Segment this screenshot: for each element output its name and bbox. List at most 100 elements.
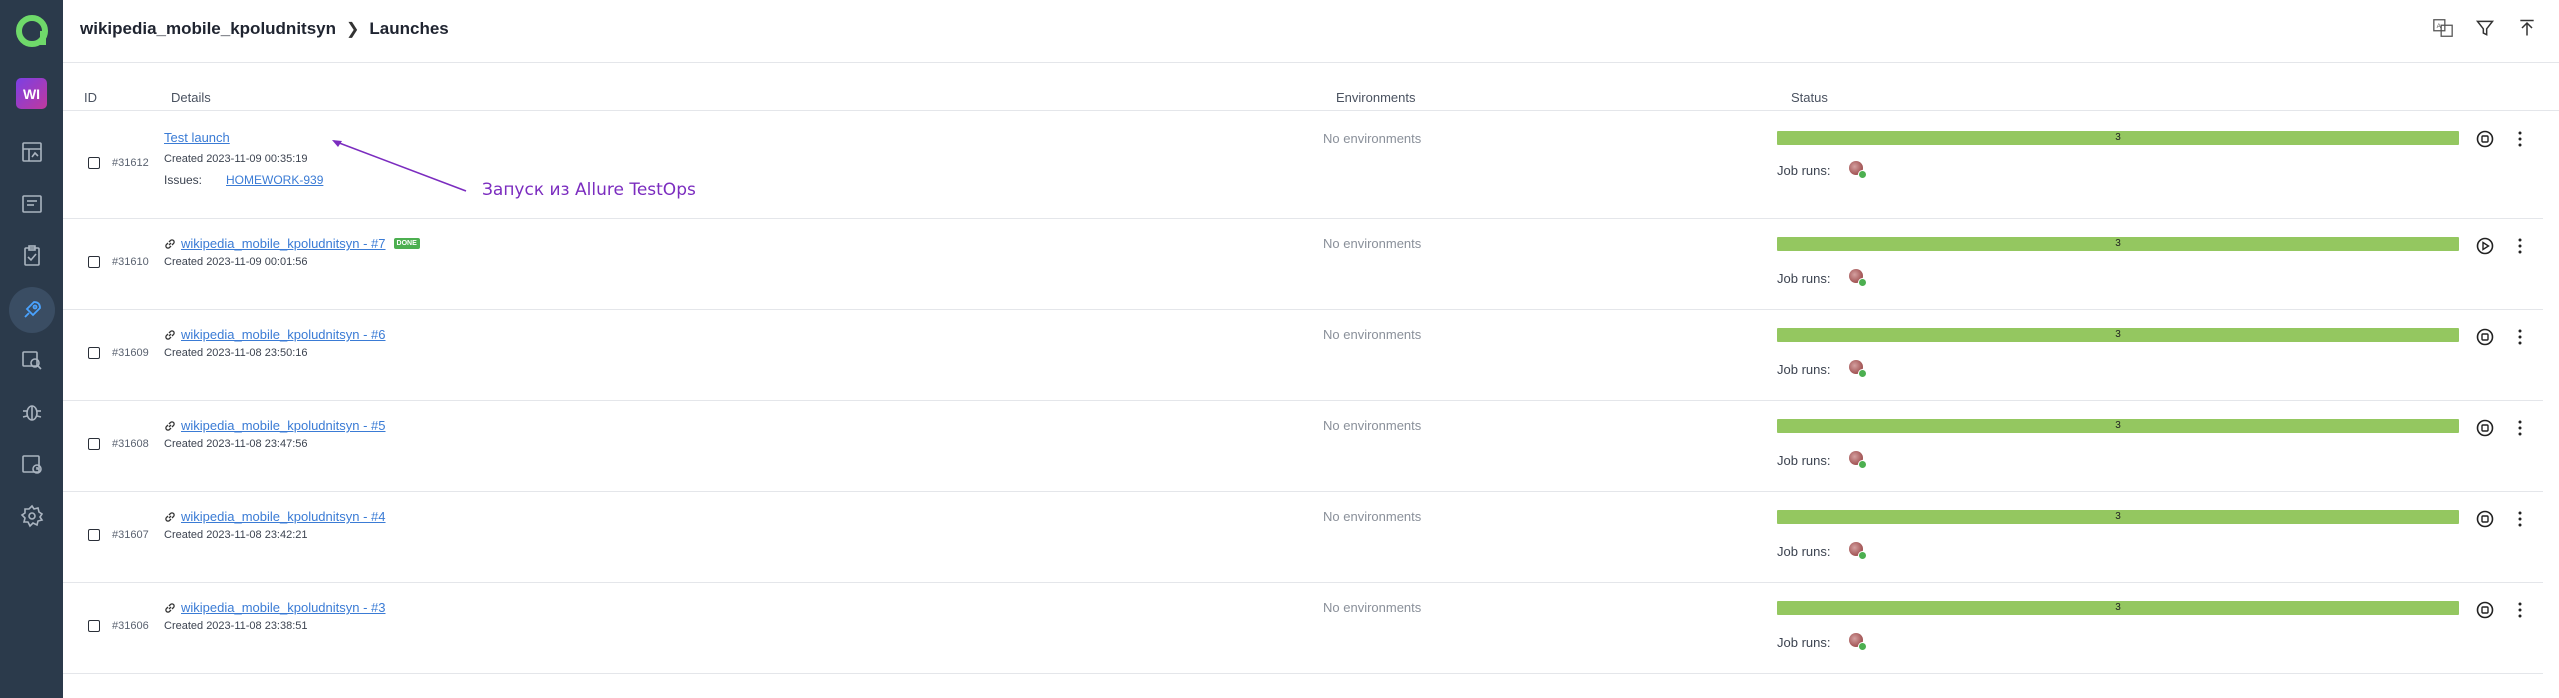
- test-cases-icon[interactable]: [19, 191, 45, 217]
- environments-value: No environments: [1323, 600, 1422, 615]
- test-plans-icon[interactable]: [19, 243, 45, 269]
- job-runs-label: Job runs:: [1777, 635, 1831, 650]
- breadcrumb: wikipedia_mobile_kpoludnitsyn ❯ Launches: [80, 19, 449, 39]
- created-date: Created 2023-11-09 00:35:19: [164, 153, 308, 165]
- job-runs-label: Job runs:: [1777, 453, 1831, 468]
- issues-line: Issues: HOMEWORK-939: [164, 173, 323, 187]
- more-options-icon[interactable]: [2517, 328, 2523, 346]
- annotation-arrow: [332, 140, 467, 192]
- top-header: wikipedia_mobile_kpoludnitsyn ❯ Launches…: [63, 0, 2559, 63]
- column-id: ID: [84, 90, 97, 105]
- launch-title-link[interactable]: wikipedia_mobile_kpoludnitsyn - #7: [181, 236, 386, 251]
- launch-id: #31608: [112, 438, 149, 450]
- dashboard-icon[interactable]: [19, 139, 45, 165]
- created-date: Created 2023-11-09 00:01:56: [164, 256, 308, 268]
- breadcrumb-project[interactable]: wikipedia_mobile_kpoludnitsyn: [80, 19, 336, 39]
- job-run-avatar[interactable]: [1849, 161, 1867, 179]
- stop-icon[interactable]: [2476, 130, 2494, 148]
- more-options-icon[interactable]: [2517, 510, 2523, 528]
- launch-title-link[interactable]: Test launch: [164, 130, 230, 145]
- stop-icon[interactable]: [2476, 419, 2494, 437]
- row-checkbox[interactable]: [88, 157, 100, 169]
- annotation-text: Запуск из Allure TestOps: [482, 180, 696, 200]
- analytics-icon[interactable]: [19, 347, 45, 373]
- created-date: Created 2023-11-08 23:38:51: [164, 620, 308, 632]
- svg-text:A: A: [2437, 23, 2442, 30]
- environments-value: No environments: [1323, 418, 1422, 433]
- status-badge: DONE: [393, 238, 420, 249]
- status-bar[interactable]: 3: [1777, 237, 2459, 251]
- status-bar[interactable]: 3: [1777, 601, 2459, 615]
- breadcrumb-page: Launches: [369, 19, 449, 38]
- status-bar[interactable]: 3: [1777, 131, 2459, 145]
- launch-title-line: wikipedia_mobile_kpoludnitsyn - #6: [163, 327, 386, 342]
- table-row[interactable]: #31609 wikipedia_mobile_kpoludnitsyn - #…: [63, 309, 2543, 401]
- launch-title-link[interactable]: wikipedia_mobile_kpoludnitsyn - #3: [181, 600, 386, 615]
- more-options-icon[interactable]: [2517, 601, 2523, 619]
- job-runs-label: Job runs:: [1777, 271, 1831, 286]
- created-date: Created 2023-11-08 23:42:21: [164, 529, 308, 541]
- status-bar[interactable]: 3: [1777, 510, 2459, 524]
- job-run-avatar[interactable]: [1849, 451, 1867, 469]
- allure-logo-icon[interactable]: [15, 14, 49, 48]
- link-icon: [165, 238, 175, 249]
- launch-title-line: wikipedia_mobile_kpoludnitsyn - #5: [163, 418, 386, 433]
- link-icon: [165, 420, 175, 431]
- job-runs-label: Job runs:: [1777, 163, 1831, 178]
- status-bar[interactable]: 3: [1777, 328, 2459, 342]
- table-row[interactable]: #31606 wikipedia_mobile_kpoludnitsyn - #…: [63, 582, 2543, 674]
- settings-icon[interactable]: [19, 503, 45, 529]
- created-date: Created 2023-11-08 23:50:16: [164, 347, 308, 359]
- environments-value: No environments: [1323, 509, 1422, 524]
- job-run-avatar[interactable]: [1849, 633, 1867, 651]
- stop-icon[interactable]: [2476, 601, 2494, 619]
- job-runs-label: Job runs:: [1777, 362, 1831, 377]
- jobs-icon[interactable]: [19, 451, 45, 477]
- defects-icon[interactable]: [19, 399, 45, 425]
- more-options-icon[interactable]: [2517, 237, 2523, 255]
- row-checkbox[interactable]: [88, 529, 100, 541]
- table-header: ID Details Environments Status: [63, 62, 2559, 111]
- row-checkbox[interactable]: [88, 256, 100, 268]
- table-row[interactable]: #31610 wikipedia_mobile_kpoludnitsyn - #…: [63, 218, 2543, 310]
- launch-title-line: Test launch: [164, 130, 230, 145]
- link-icon: [165, 329, 175, 340]
- environments-value: No environments: [1323, 327, 1422, 342]
- column-environments: Environments: [1336, 90, 1416, 105]
- filter-icon[interactable]: [2473, 16, 2497, 40]
- status-bar[interactable]: 3: [1777, 419, 2459, 433]
- created-date: Created 2023-11-08 23:47:56: [164, 438, 308, 450]
- job-run-avatar[interactable]: [1849, 269, 1867, 287]
- launch-title-line: wikipedia_mobile_kpoludnitsyn - #4: [163, 509, 386, 524]
- launch-title-link[interactable]: wikipedia_mobile_kpoludnitsyn - #6: [181, 327, 386, 342]
- issue-link[interactable]: HOMEWORK-939: [226, 173, 323, 187]
- stop-icon[interactable]: [2476, 510, 2494, 528]
- row-checkbox[interactable]: [88, 438, 100, 450]
- row-checkbox[interactable]: [88, 347, 100, 359]
- job-run-avatar[interactable]: [1849, 360, 1867, 378]
- stop-icon[interactable]: [2476, 328, 2494, 346]
- launch-id: #31609: [112, 347, 149, 359]
- environments-value: No environments: [1323, 236, 1422, 251]
- row-checkbox[interactable]: [88, 620, 100, 632]
- header-toolbar: A: [2431, 16, 2539, 40]
- launch-title-link[interactable]: wikipedia_mobile_kpoludnitsyn - #5: [181, 418, 386, 433]
- column-details: Details: [171, 90, 211, 105]
- launch-id: #31612: [112, 157, 149, 169]
- more-options-icon[interactable]: [2517, 419, 2523, 437]
- translate-icon[interactable]: A: [2431, 16, 2455, 40]
- rerun-icon[interactable]: [2476, 237, 2494, 255]
- launch-title-line: wikipedia_mobile_kpoludnitsyn - #7 DONE: [163, 236, 420, 251]
- launch-title-line: wikipedia_mobile_kpoludnitsyn - #3: [163, 600, 386, 615]
- job-run-avatar[interactable]: [1849, 542, 1867, 560]
- issues-label: Issues:: [164, 173, 203, 187]
- sidebar: WI: [0, 0, 63, 698]
- chevron-right-icon: ❯: [346, 21, 360, 38]
- more-options-icon[interactable]: [2517, 130, 2523, 148]
- project-badge[interactable]: WI: [16, 78, 47, 109]
- launches-icon[interactable]: [19, 297, 45, 323]
- table-row[interactable]: #31607 wikipedia_mobile_kpoludnitsyn - #…: [63, 491, 2543, 583]
- upload-icon[interactable]: [2515, 16, 2539, 40]
- table-row[interactable]: #31608 wikipedia_mobile_kpoludnitsyn - #…: [63, 400, 2543, 492]
- launch-title-link[interactable]: wikipedia_mobile_kpoludnitsyn - #4: [181, 509, 386, 524]
